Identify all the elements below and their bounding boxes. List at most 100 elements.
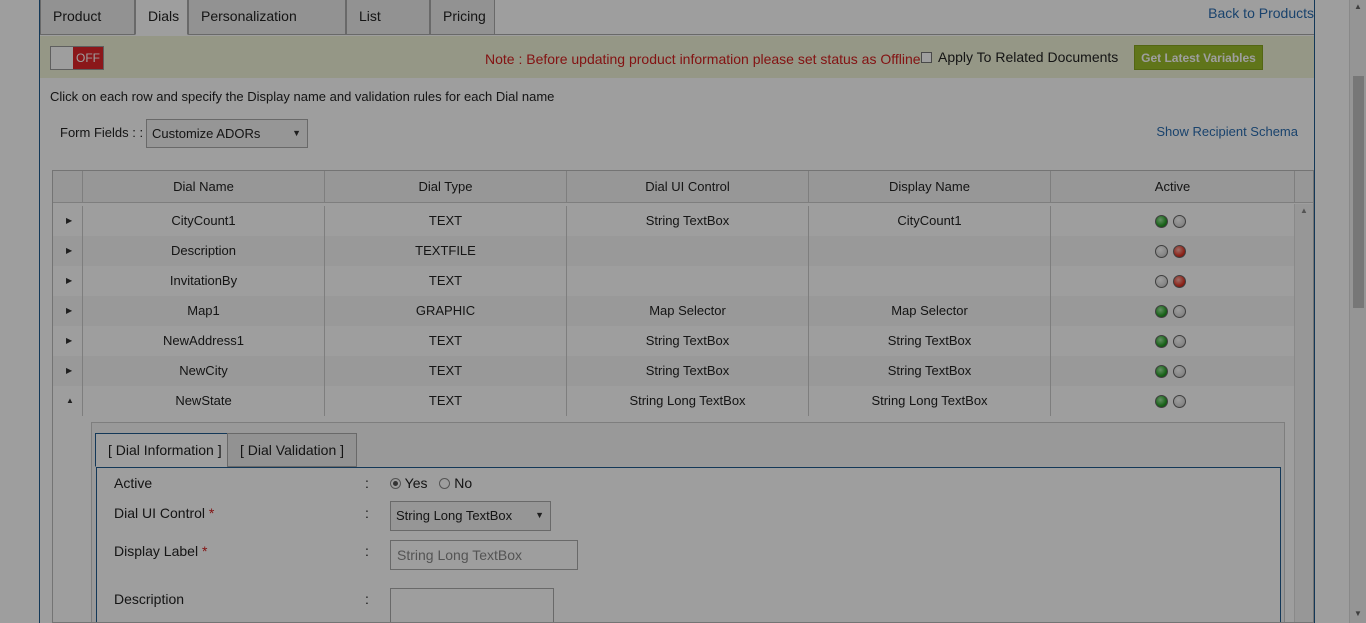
inactive-off-indicator-icon[interactable] [1173,305,1186,318]
tab-dial-information[interactable]: [ Dial Information ] [95,433,235,467]
column-header-active[interactable]: Active [1050,171,1295,203]
cell-dial-type: TEXT [324,206,566,236]
dial-ui-control-select[interactable]: String Long TextBox ▼ [390,501,551,531]
scroll-up-icon[interactable]: ▲ [1300,206,1308,215]
display-label-label: Display Label * [114,543,208,559]
cell-dial-type: TEXT [324,356,566,386]
active-on-indicator-icon[interactable] [1155,215,1168,228]
expand-row-icon[interactable]: ▶ [66,236,72,266]
tab-list-types[interactable]: List Types [346,0,430,57]
active-indicators [1155,335,1187,349]
back-to-products-link[interactable]: Back to Products [1208,5,1314,21]
dial-information-form: Active : Yes No Dial UI Control * : Stri… [96,467,1281,622]
cell-active [1050,326,1295,356]
column-header-dial-type[interactable]: Dial Type [324,171,566,203]
active-no-radio[interactable] [439,478,451,489]
inactive-off-indicator-icon[interactable] [1173,335,1186,348]
column-header-display-name[interactable]: Display Name [808,171,1050,203]
dials-grid: Dial Name Dial Type Dial UI Control Disp… [52,170,1314,623]
cell-display-name: String TextBox [808,326,1050,356]
cell-dial-type: GRAPHIC [324,296,566,326]
table-row[interactable]: ▶ InvitationBy TEXT [53,266,1294,296]
scrollbar-thumb[interactable] [1353,76,1364,308]
colon: : [365,505,369,521]
tab-product-info[interactable]: Product Info [40,0,135,57]
cell-active [1050,236,1295,266]
cell-active [1050,266,1295,296]
cell-dial-name: CityCount1 [82,206,324,236]
cell-dial-ui-control [566,266,808,296]
table-row[interactable]: ▶ NewAddress1 TEXT String TextBox String Tex… [53,326,1294,356]
cell-active [1050,296,1295,326]
active-off-indicator-icon[interactable] [1155,275,1168,288]
column-header-dial-name[interactable]: Dial Name [82,171,324,203]
inactive-off-indicator-icon[interactable] [1173,365,1186,378]
chevron-down-icon: ▼ [535,510,544,520]
product-panel: Product Info Dials Personalization Wizar… [39,0,1315,623]
active-indicators [1155,365,1187,379]
expand-row-icon[interactable]: ▶ [66,326,72,356]
form-fields-select[interactable]: Customize ADORs ▼ [146,119,308,148]
get-latest-variables-button[interactable]: Get Latest Variables [1134,45,1263,70]
inactive-on-indicator-icon[interactable] [1173,275,1186,288]
instructions-text: Click on each row and specify the Displa… [50,89,555,104]
active-indicators [1155,215,1187,229]
active-no-label: No [454,475,473,491]
expand-row-icon[interactable]: ▶ [66,266,72,296]
column-header-dial-ui-control[interactable]: Dial UI Control [566,171,808,203]
form-fields-value: Customize ADORs [152,126,261,141]
description-textarea[interactable] [390,588,554,622]
active-yes-radio[interactable] [390,478,401,489]
collapse-row-icon[interactable]: ▲ [66,386,74,416]
cell-dial-name: InvitationBy [82,266,324,296]
expand-row-icon[interactable]: ▶ [66,356,72,386]
cell-display-name: String Long TextBox [808,386,1050,416]
cell-dial-type: TEXT [324,326,566,356]
cell-dial-ui-control: String TextBox [566,206,808,236]
expand-row-icon[interactable]: ▶ [66,206,72,236]
active-indicators [1155,245,1187,259]
page-scrollbar[interactable]: ▲ ▼ [1349,0,1366,623]
apply-related-checkbox[interactable] [921,52,932,63]
active-on-indicator-icon[interactable] [1155,335,1168,348]
table-row[interactable]: ▶ CityCount1 TEXT String TextBox CityCount1 [53,206,1294,236]
table-row[interactable]: ▲ NewState TEXT String Long TextBox String L… [53,386,1294,416]
tab-pricing[interactable]: Pricing [430,0,495,35]
cell-dial-name: NewCity [82,356,324,386]
active-on-indicator-icon[interactable] [1155,365,1168,378]
table-row[interactable]: ▶ Description TEXTFILE [53,236,1294,266]
dial-ui-control-label: Dial UI Control * [114,505,215,521]
cell-active [1050,356,1295,386]
tab-personalization-wizard[interactable]: Personalization Wizard [188,0,346,57]
toggle-off-label: OFF [73,47,103,69]
cell-dial-ui-control [566,236,808,266]
grid-scrollbar[interactable]: ▲ [1294,204,1313,622]
page: Product Info Dials Personalization Wizar… [0,0,1366,623]
cell-dial-ui-control: String TextBox [566,326,808,356]
expand-row-icon[interactable]: ▶ [66,296,72,326]
active-indicators [1155,305,1187,319]
cell-display-name [808,236,1050,266]
table-row[interactable]: ▶ NewCity TEXT String TextBox String TextBox [53,356,1294,386]
active-off-indicator-icon[interactable] [1155,245,1168,258]
status-toggle[interactable]: OFF [50,46,104,70]
scroll-up-icon[interactable]: ▲ [1354,2,1362,11]
show-recipient-schema-link[interactable]: Show Recipient Schema [1156,124,1298,139]
cell-dial-ui-control: String Long TextBox [566,386,808,416]
inactive-on-indicator-icon[interactable] [1173,245,1186,258]
scroll-down-icon[interactable]: ▼ [1354,609,1362,618]
dial-detail-panel: [ Dial Information ] [ Dial Validation ]… [91,422,1285,622]
active-label: Active [114,475,153,491]
tab-dial-validation[interactable]: [ Dial Validation ] [227,433,358,467]
display-label-input[interactable]: String Long TextBox [390,540,578,570]
table-row[interactable]: ▶ Map1 GRAPHIC Map Selector Map Selector [53,296,1294,326]
active-on-indicator-icon[interactable] [1155,395,1168,408]
active-on-indicator-icon[interactable] [1155,305,1168,318]
inactive-off-indicator-icon[interactable] [1173,215,1186,228]
chevron-down-icon: ▼ [292,128,301,138]
tab-dials[interactable]: Dials [135,0,188,35]
active-indicators [1155,395,1187,409]
apply-related-label: Apply To Related Documents [938,49,1119,65]
cell-display-name: Map Selector [808,296,1050,326]
inactive-off-indicator-icon[interactable] [1173,395,1186,408]
